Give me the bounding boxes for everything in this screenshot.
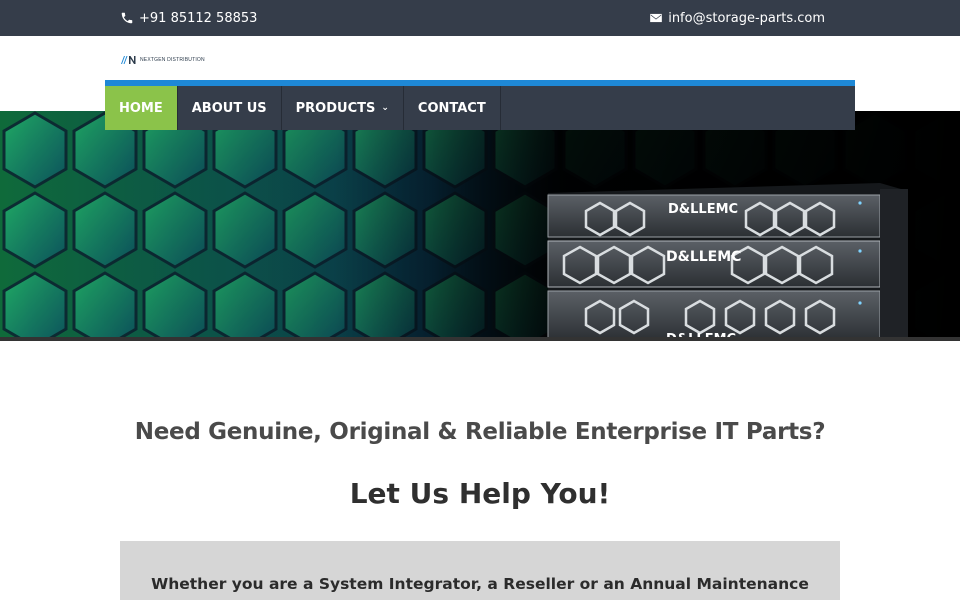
email-contact[interactable]: info@storage-parts.com	[649, 0, 825, 36]
top-bar: +91 85112 58853 info@storage-parts.com	[0, 0, 960, 36]
server-stack-image: D&LLEMC D&LLEMC D&LLEMC	[547, 183, 908, 341]
nav-item-home[interactable]: HOME	[105, 86, 178, 130]
envelope-icon	[650, 13, 663, 23]
site-logo[interactable]: NEXTGEN DISTRIBUTION	[120, 55, 205, 65]
main-navigation: HOME ABOUT US PRODUCTS ⌄ CONTACT	[105, 80, 855, 130]
phone-contact[interactable]: +91 85112 58853	[120, 0, 257, 36]
nav-item-products[interactable]: PRODUCTS ⌄	[282, 86, 404, 130]
server-brand-label: D&LLEMC	[666, 249, 741, 265]
email-address: info@storage-parts.com	[668, 10, 825, 26]
nav-item-contact[interactable]: CONTACT	[404, 86, 501, 130]
intro-text: Whether you are a System Integrator, a R…	[151, 575, 809, 593]
chevron-down-icon: ⌄	[381, 103, 389, 113]
main-content: Need Genuine, Original & Reliable Enterp…	[0, 341, 960, 600]
logo-mark-icon	[121, 56, 136, 64]
intro-box: Whether you are a System Integrator, a R…	[120, 541, 840, 600]
nav-item-label: PRODUCTS	[295, 100, 376, 116]
server-brand-label: D&LLEMC	[668, 202, 738, 217]
nav-item-about-us[interactable]: ABOUT US	[178, 86, 282, 130]
phone-icon	[121, 12, 133, 24]
nav-item-label: ABOUT US	[191, 100, 267, 116]
hero-image: D&LLEMC D&LLEMC D&LLEMC	[0, 111, 960, 341]
subheadline: Let Us Help You!	[349, 477, 611, 510]
hero-banner: D&LLEMC D&LLEMC D&LLEMC	[0, 111, 960, 341]
phone-number: +91 85112 58853	[139, 10, 258, 26]
nav-item-label: HOME	[119, 100, 163, 116]
logo-text: NEXTGEN DISTRIBUTION	[140, 57, 205, 63]
nav-item-label: CONTACT	[417, 100, 486, 116]
headline: Need Genuine, Original & Reliable Enterp…	[134, 419, 826, 445]
